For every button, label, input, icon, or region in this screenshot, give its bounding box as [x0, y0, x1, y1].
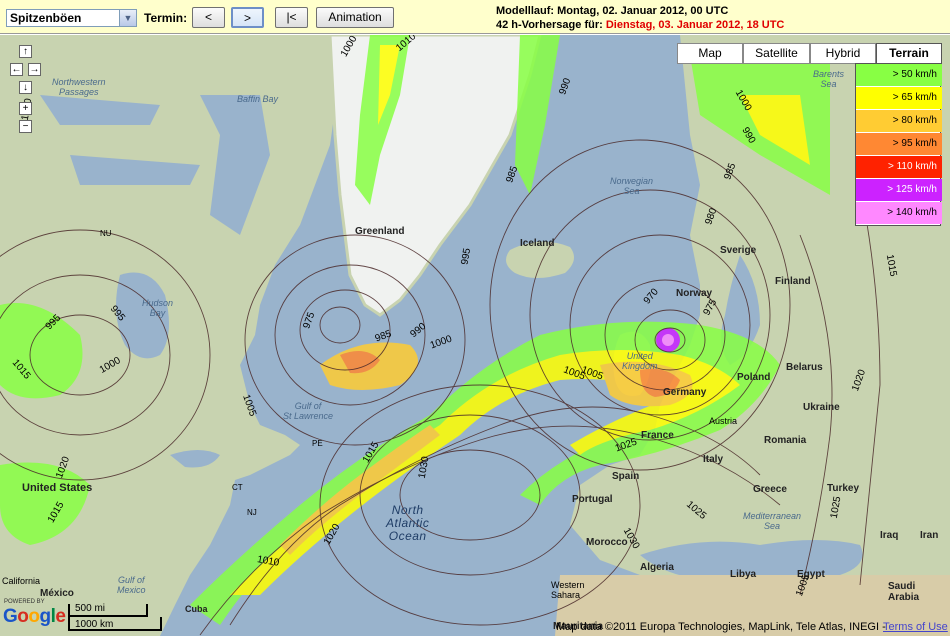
model-run-text: Modelllauf: Montag, 02. Januar 2012, 00 …: [496, 5, 729, 17]
terms-of-use-link[interactable]: Terms of Use: [883, 621, 948, 633]
label-iceland: Iceland: [520, 238, 555, 249]
animation-button[interactable]: Animation: [316, 7, 394, 28]
label-united-kingdom: United Kingdom: [622, 351, 658, 371]
label-mexico: México: [40, 588, 74, 599]
maptype-map[interactable]: Map: [677, 43, 743, 64]
google-logo[interactable]: Google: [3, 606, 66, 628]
gust-legend: > 50 km/h > 65 km/h > 80 km/h > 95 km/h …: [855, 63, 942, 226]
label-greenland: Greenland: [355, 226, 405, 237]
label-italy: Italy: [703, 454, 724, 465]
label-greece: Greece: [753, 484, 787, 495]
map-app: Spitzenböen ▼ Termin: < > |< Animation M…: [0, 0, 950, 636]
legend-label: > 110 km/h: [887, 161, 937, 172]
label-morocco: Morocco: [586, 537, 628, 548]
label-barents-sea: Barents Sea: [813, 69, 845, 89]
label-finland: Finland: [775, 276, 811, 287]
label-romania: Romania: [764, 435, 807, 446]
label-gulf-of-st-lawrence: Gulf of St Lawrence: [283, 401, 334, 421]
map-scale: 500 mi 1000 km: [67, 603, 163, 631]
label-pe: PE: [312, 439, 323, 448]
label-austria: Austria: [709, 416, 738, 426]
label-portugal: Portugal: [572, 494, 613, 505]
label-baffin-bay: Baffin Bay: [237, 94, 279, 104]
legend-label: > 95 km/h: [892, 138, 937, 149]
powered-by-label: POWERED BY: [4, 599, 45, 605]
toolbar: Spitzenböen ▼ Termin: < > |< Animation M…: [0, 0, 950, 34]
label-germany: Germany: [663, 387, 707, 398]
label-spain: Spain: [612, 471, 640, 482]
pan-left-button[interactable]: ←: [10, 63, 23, 76]
chevron-down-icon[interactable]: ▼: [119, 10, 136, 26]
label-iran: Iran: [920, 530, 939, 541]
scale-miles: 500 mi: [75, 603, 106, 614]
forecast-prefix: 42 h-Vorhersage für:: [496, 19, 606, 31]
first-button[interactable]: |<: [275, 7, 308, 28]
forecast-text: 42 h-Vorhersage für: Dienstag, 03. Janua…: [496, 19, 784, 31]
label-western-sahara: Western Sahara: [551, 580, 585, 600]
label-saudi-arabia: Saudi Arabia: [888, 581, 920, 603]
maptype-hybrid[interactable]: Hybrid: [810, 43, 876, 64]
label-algeria: Algeria: [640, 562, 674, 573]
product-select[interactable]: Spitzenböen ▼: [6, 9, 137, 27]
map-canvas: [0, 35, 950, 636]
label-gulf-of-mexico: Gulf of Mexico: [117, 575, 146, 595]
label-california: California: [2, 576, 41, 586]
label-norwegian-sea: Norwegian Sea: [610, 176, 654, 196]
label-nj: NJ: [247, 508, 257, 517]
label-ukraine: Ukraine: [803, 402, 840, 413]
forecast-time: Dienstag, 03. Januar 2012, 18 UTC: [605, 19, 785, 31]
label-hudson-bay: Hudson Bay: [142, 298, 174, 318]
legend-label: > 125 km/h: [887, 184, 937, 195]
label-belarus: Belarus: [786, 362, 823, 373]
label-mediterranean-sea: Mediterranean Sea: [743, 511, 802, 531]
previous-button[interactable]: <: [192, 7, 225, 28]
legend-row: > 95 km/h: [856, 133, 942, 156]
copyright-text: Map data ©2011 Europa Technologies, MapL…: [556, 621, 886, 633]
label-iraq: Iraq: [880, 530, 899, 541]
maptype-satellite[interactable]: Satellite: [743, 43, 810, 64]
legend-row: > 80 km/h: [856, 110, 942, 133]
label-sverige: Sverige: [720, 245, 757, 256]
zoom-out-button[interactable]: −: [19, 120, 32, 133]
label-libya: Libya: [730, 569, 757, 580]
label-northwest-passages: Northwestern Passages: [52, 77, 106, 97]
scale-km: 1000 km: [75, 619, 114, 630]
pan-down-button[interactable]: ↓: [19, 81, 32, 94]
pan-right-button[interactable]: →: [28, 63, 41, 76]
legend-row: > 125 km/h: [856, 179, 942, 202]
termin-label: Termin:: [144, 11, 188, 25]
label-france: France: [641, 430, 674, 441]
legend-row: > 65 km/h: [856, 87, 942, 110]
legend-row: > 110 km/h: [856, 156, 942, 179]
label-poland: Poland: [737, 372, 771, 383]
pan-up-button[interactable]: ↑: [19, 45, 32, 58]
map-area[interactable]: Northwestern Passages Baffin Bay Greenlan…: [0, 35, 950, 636]
product-select-value: Spitzenböen: [10, 11, 82, 25]
legend-row: > 50 km/h: [856, 64, 942, 87]
legend-label: > 140 km/h: [887, 207, 937, 218]
legend-row: > 140 km/h: [856, 202, 942, 225]
label-norway: Norway: [676, 288, 713, 299]
legend-label: > 65 km/h: [892, 92, 937, 103]
label-united-states: United States: [22, 482, 93, 494]
label-cuba: Cuba: [185, 604, 208, 614]
gust-core-pink: [662, 334, 674, 346]
label-turkey: Turkey: [827, 483, 860, 494]
legend-label: > 80 km/h: [892, 115, 937, 126]
legend-label: > 50 km/h: [892, 69, 937, 80]
next-button[interactable]: >: [231, 7, 264, 28]
maptype-terrain[interactable]: Terrain: [876, 43, 942, 64]
zoom-in-button[interactable]: +: [19, 102, 32, 115]
label-north-atlantic-ocean: North Atlantic Ocean: [386, 503, 430, 543]
label-nu: NU: [100, 229, 112, 238]
label-ct: CT: [232, 483, 243, 492]
